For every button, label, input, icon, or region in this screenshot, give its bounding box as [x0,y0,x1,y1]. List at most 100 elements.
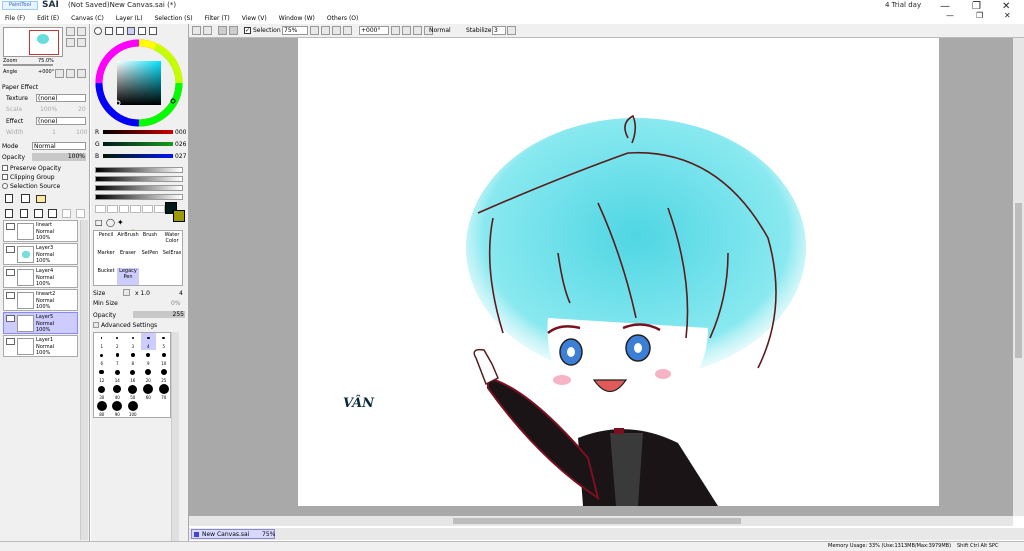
rotate-cw-button[interactable] [402,26,411,35]
blend-mode-select[interactable]: Normal [32,142,86,150]
brush-size-cell[interactable]: 7 [110,350,126,367]
deselect-button[interactable] [192,26,201,35]
tool-eraser[interactable]: Eraser [117,250,139,267]
magic-wand-icon[interactable]: ✦ [117,218,124,227]
brush-size-cell[interactable]: 14 [110,367,126,384]
mixer-bar-1[interactable] [95,167,183,173]
rgb-slider-tab[interactable] [105,27,113,35]
tool-pencil[interactable]: Pencil [95,232,117,249]
view-mode-label[interactable]: Normal [429,27,451,34]
nav-reset-button[interactable] [77,38,86,47]
menu-file[interactable]: File (F) [5,15,25,22]
hsv-slider-tab[interactable] [116,27,124,35]
b-slider[interactable] [103,154,173,158]
visibility-eye-icon[interactable] [6,246,15,253]
vertical-scroll-thumb[interactable] [1015,203,1022,358]
tool-bucket[interactable]: Bucket [95,268,117,285]
tool-marker[interactable]: Marker [95,250,117,267]
brush-size-cell[interactable]: 16 [125,367,141,384]
tool-watercolor[interactable]: Water Color [161,232,183,249]
nav-zoom-in-button[interactable] [66,27,75,36]
mixer-bar-2[interactable] [95,176,183,182]
brush-size-cell[interactable]: 40 [110,384,126,401]
advanced-settings-toggle[interactable] [93,322,99,328]
selection-source-radio[interactable] [2,183,8,189]
mixer-bar-3[interactable] [95,185,183,191]
selection-checkbox[interactable]: ✓ [244,27,251,34]
visibility-eye-icon[interactable] [6,223,15,230]
g-slider[interactable] [103,142,173,146]
color-wheel[interactable] [95,39,183,127]
menu-filter[interactable]: Filter (T) [205,15,230,22]
r-slider[interactable] [103,130,173,134]
swatches-tab[interactable] [138,27,146,35]
zoom-in-button[interactable] [321,26,330,35]
brush-size-cell[interactable]: 2 [110,333,126,350]
vertical-scrollbar[interactable] [1013,38,1024,516]
transfer-down-icon[interactable] [5,209,13,218]
clipping-group-checkbox[interactable] [2,174,8,180]
visibility-eye-icon[interactable] [6,338,15,345]
visibility-eye-icon[interactable] [6,269,15,276]
undo-button[interactable] [218,26,227,35]
new-folder-icon[interactable] [36,195,46,203]
brush-size-cell[interactable]: 1 [94,333,110,350]
tool-brush[interactable]: Brush [139,232,161,249]
brush-size-cell[interactable]: 80 [94,401,110,418]
brush-size-cell[interactable]: 5 [156,333,172,350]
brush-size-cell[interactable]: 60 [141,384,157,401]
inner-maximize-icon[interactable]: ❐ [976,11,983,20]
tool-airbrush[interactable]: AirBrush [117,232,139,249]
delete-layer-icon[interactable] [48,209,57,218]
visibility-eye-icon[interactable] [6,315,15,322]
brush-size-cell[interactable]: 90 [110,401,126,418]
stabilizer-field[interactable]: 3 [492,26,506,35]
visibility-eye-icon[interactable] [6,292,15,299]
brush-size-cell[interactable]: 20 [141,367,157,384]
rotate-right-button[interactable] [66,69,75,78]
brush-size-cell[interactable]: 100 [125,401,141,418]
invert-button[interactable] [203,26,212,35]
navigator-preview[interactable] [3,27,63,57]
zoom-field[interactable]: 75% [282,26,308,35]
brush-grid-scrollbar[interactable] [171,332,179,544]
menu-view[interactable]: View (V) [242,15,267,22]
brush-size-cell[interactable]: 25 [156,367,172,384]
rotate-left-button[interactable] [55,69,64,78]
tool-legacy-pen[interactable]: Legacy Pen [117,268,139,285]
lock-layer-icon[interactable] [76,209,85,218]
menu-selection[interactable]: Selection (S) [155,15,193,22]
copy-layer-icon[interactable] [62,209,71,218]
advanced-settings-label[interactable]: Advanced Settings [101,322,157,329]
opacity-slider[interactable]: 100% [32,153,86,161]
layer-panel-scrollbar[interactable] [80,220,88,540]
brush-opacity-slider[interactable]: 255 [133,311,185,318]
paper-effect-header[interactable]: Paper Effect [2,84,38,91]
secondary-color-swatch[interactable] [173,210,185,222]
brush-size-cell[interactable]: 9 [141,350,157,367]
nav-fit-button[interactable] [66,38,75,47]
clear-layer-icon[interactable] [34,209,43,218]
zoom-out-button[interactable] [310,26,319,35]
layer-item-layer1[interactable]: Layer1 Normal 100% [3,335,78,357]
nav-zoom-out-button[interactable] [77,27,86,36]
effect-select[interactable]: (none) [36,117,86,125]
layer-item-layer4[interactable]: Layer4 Normal 100% [3,266,78,288]
brush-size-cell[interactable]: 4 [140,333,156,351]
brush-size-cell[interactable]: 8 [125,350,141,367]
rotate-reset-button[interactable] [77,69,86,78]
brush-size-cell[interactable]: 30 [94,384,110,401]
scratchpad-tab[interactable] [149,27,157,35]
merge-down-icon[interactable] [20,209,28,218]
lasso-tool-icon[interactable]: ◯ [106,218,115,227]
brush-size-cell[interactable]: 50 [125,384,141,401]
menu-canvas[interactable]: Canvas (C) [71,15,104,22]
tool-selpen[interactable]: SelPen [139,250,161,267]
rotate-zero-button[interactable] [413,26,422,35]
preserve-opacity-checkbox[interactable] [2,165,8,171]
menu-edit[interactable]: Edit (E) [37,15,59,22]
horizontal-scrollbar[interactable] [189,516,1013,526]
inner-minimize-icon[interactable]: — [946,11,954,20]
menu-window[interactable]: Window (W) [279,15,315,22]
brush-size-cell[interactable]: 12 [94,367,110,384]
